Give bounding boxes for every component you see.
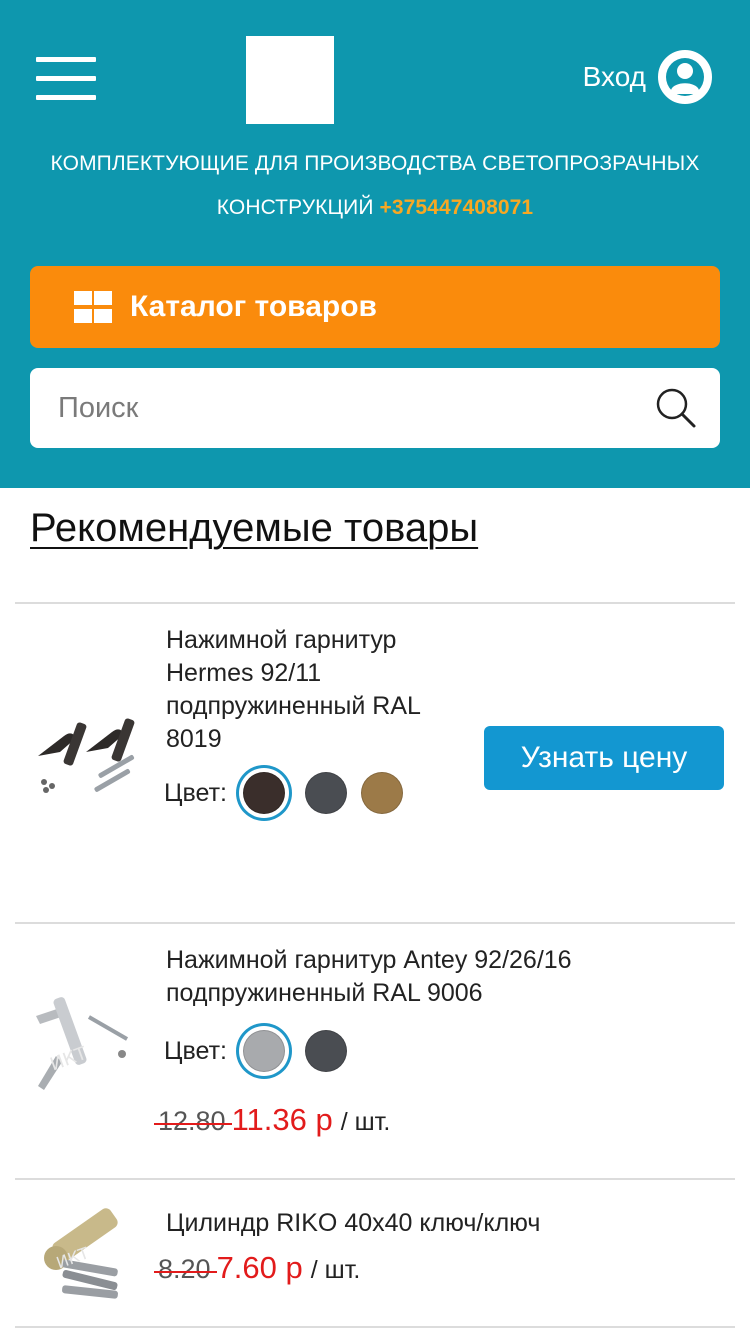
menu-icon[interactable] [36, 57, 96, 101]
new-price: 11.36 р [231, 1102, 333, 1137]
divider [15, 1326, 735, 1328]
tagline: КОМПЛЕКТУЮЩИЕ ДЛЯ ПРОИЗВОДСТВА СВЕТОПРОЗ… [0, 142, 750, 230]
price: 12.80 11.36 р / шт. [154, 1102, 391, 1138]
price-unit: / шт. [310, 1256, 361, 1284]
user-icon [658, 50, 712, 104]
tagline-line-1: КОМПЛЕКТУЮЩИЕ ДЛЯ ПРОИЗВОДСТВА СВЕТОПРОЗ… [50, 152, 700, 175]
product-name[interactable]: Нажимной гарнитур Antey 92/26/16 подпруж… [166, 944, 726, 1010]
search-bar [30, 368, 720, 448]
old-price: 12.80 [154, 1106, 232, 1136]
color-label: Цвет: [164, 778, 227, 807]
product-image[interactable]: ИКТ [26, 986, 144, 1104]
tagline-line-2: КОНСТРУКЦИЙ +375447408071 [0, 186, 750, 230]
product-name[interactable]: Нажимной гарнитур Hermes 92/11 подпружин… [166, 624, 456, 756]
color-label: Цвет: [164, 1036, 227, 1065]
old-price: 8.20 [154, 1254, 217, 1284]
product-card: Нажимной гарнитур Hermes 92/11 подпружин… [0, 604, 750, 922]
product-card: ИКТ Цилиндр RIKO 40x40 ключ/ключ 8.20 7.… [0, 1180, 750, 1326]
color-swatch-anthracite[interactable] [304, 772, 347, 814]
header: Вход КОМПЛЕКТУЮЩИЕ ДЛЯ ПРОИЗВОДСТВА СВЕТ… [0, 0, 750, 488]
product-image[interactable] [26, 694, 144, 812]
color-selector: Цвет: [164, 772, 417, 814]
price-unit: / шт. [340, 1108, 391, 1136]
color-selector: Цвет: [164, 1030, 361, 1072]
catalog-label: Каталог товаров [130, 290, 378, 323]
product-image[interactable]: ИКТ [26, 1194, 144, 1312]
request-price-button[interactable]: Узнать цену [484, 726, 724, 790]
color-swatch-brown[interactable] [242, 772, 285, 814]
color-swatch-anthracite[interactable] [304, 1030, 347, 1072]
phone-link[interactable]: +375447408071 [379, 196, 533, 219]
logo[interactable] [246, 36, 334, 124]
section-title[interactable]: Рекомендуемые товары [30, 506, 478, 551]
color-swatch-silver[interactable] [242, 1030, 285, 1072]
color-swatch-bronze[interactable] [360, 772, 403, 814]
price: 8.20 7.60 р / шт. [154, 1250, 361, 1286]
login-label: Вход [582, 61, 646, 92]
product-name[interactable]: Цилиндр RIKO 40x40 ключ/ключ [166, 1207, 726, 1240]
catalog-button[interactable]: Каталог товаров [30, 266, 720, 348]
product-card: ИКТ Нажимной гарнитур Antey 92/26/16 под… [0, 924, 750, 1178]
search-icon[interactable] [654, 386, 698, 430]
tagline-text: КОНСТРУКЦИЙ [216, 196, 374, 219]
search-input[interactable] [58, 368, 638, 448]
login-button[interactable]: Вход [583, 50, 712, 104]
new-price: 7.60 р [216, 1250, 303, 1285]
grid-icon [74, 291, 112, 323]
